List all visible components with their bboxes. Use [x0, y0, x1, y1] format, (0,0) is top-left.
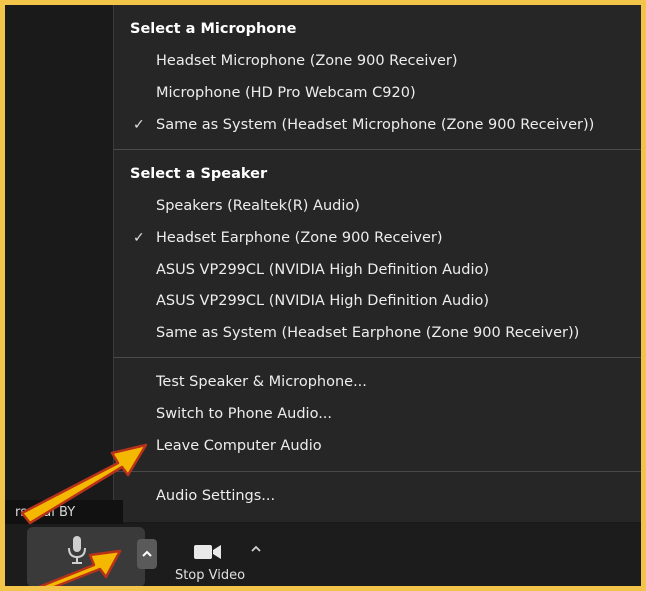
- microphone-option-same-as-system[interactable]: Same as System (Headset Microphone (Zone…: [156, 117, 594, 133]
- microphone-option-headset[interactable]: Headset Microphone (Zone 900 Receiver): [156, 53, 458, 69]
- microphone-section-title: Select a Microphone: [130, 21, 297, 37]
- checkmark-icon: ✓: [133, 117, 145, 133]
- speaker-option-asus-2[interactable]: ASUS VP299CL (NVIDIA High Definition Aud…: [156, 293, 489, 309]
- speaker-option-headset[interactable]: Headset Earphone (Zone 900 Receiver): [156, 230, 443, 246]
- audio-settings-item[interactable]: Audio Settings...: [156, 488, 275, 504]
- chevron-up-icon: [142, 550, 152, 557]
- audio-options-menu: Select a Microphone Headset Microphone (…: [113, 5, 642, 522]
- chevron-up-icon: [251, 545, 261, 552]
- speaker-section-title: Select a Speaker: [130, 166, 268, 182]
- annotation-arrow-icon: [20, 443, 148, 525]
- speaker-option-same-as-system[interactable]: Same as System (Headset Earphone (Zone 9…: [156, 325, 579, 341]
- menu-divider: [114, 471, 642, 472]
- stop-video-label[interactable]: Stop Video: [165, 568, 255, 583]
- microphone-option-webcam[interactable]: Microphone (HD Pro Webcam C920): [156, 85, 416, 101]
- annotation-arrow-icon: [32, 549, 122, 591]
- test-speaker-microphone-item[interactable]: Test Speaker & Microphone...: [156, 374, 367, 390]
- video-camera-icon[interactable]: [193, 542, 223, 562]
- audio-options-caret-button[interactable]: [137, 539, 157, 569]
- speaker-option-realtek[interactable]: Speakers (Realtek(R) Audio): [156, 198, 360, 214]
- menu-divider: [114, 357, 642, 358]
- menu-divider: [114, 149, 642, 150]
- speaker-option-asus-1[interactable]: ASUS VP299CL (NVIDIA High Definition Aud…: [156, 262, 489, 278]
- video-options-caret-button[interactable]: [249, 542, 263, 556]
- checkmark-icon: ✓: [133, 230, 145, 246]
- switch-to-phone-audio-item[interactable]: Switch to Phone Audio...: [156, 406, 332, 422]
- leave-computer-audio-item[interactable]: Leave Computer Audio: [156, 438, 322, 454]
